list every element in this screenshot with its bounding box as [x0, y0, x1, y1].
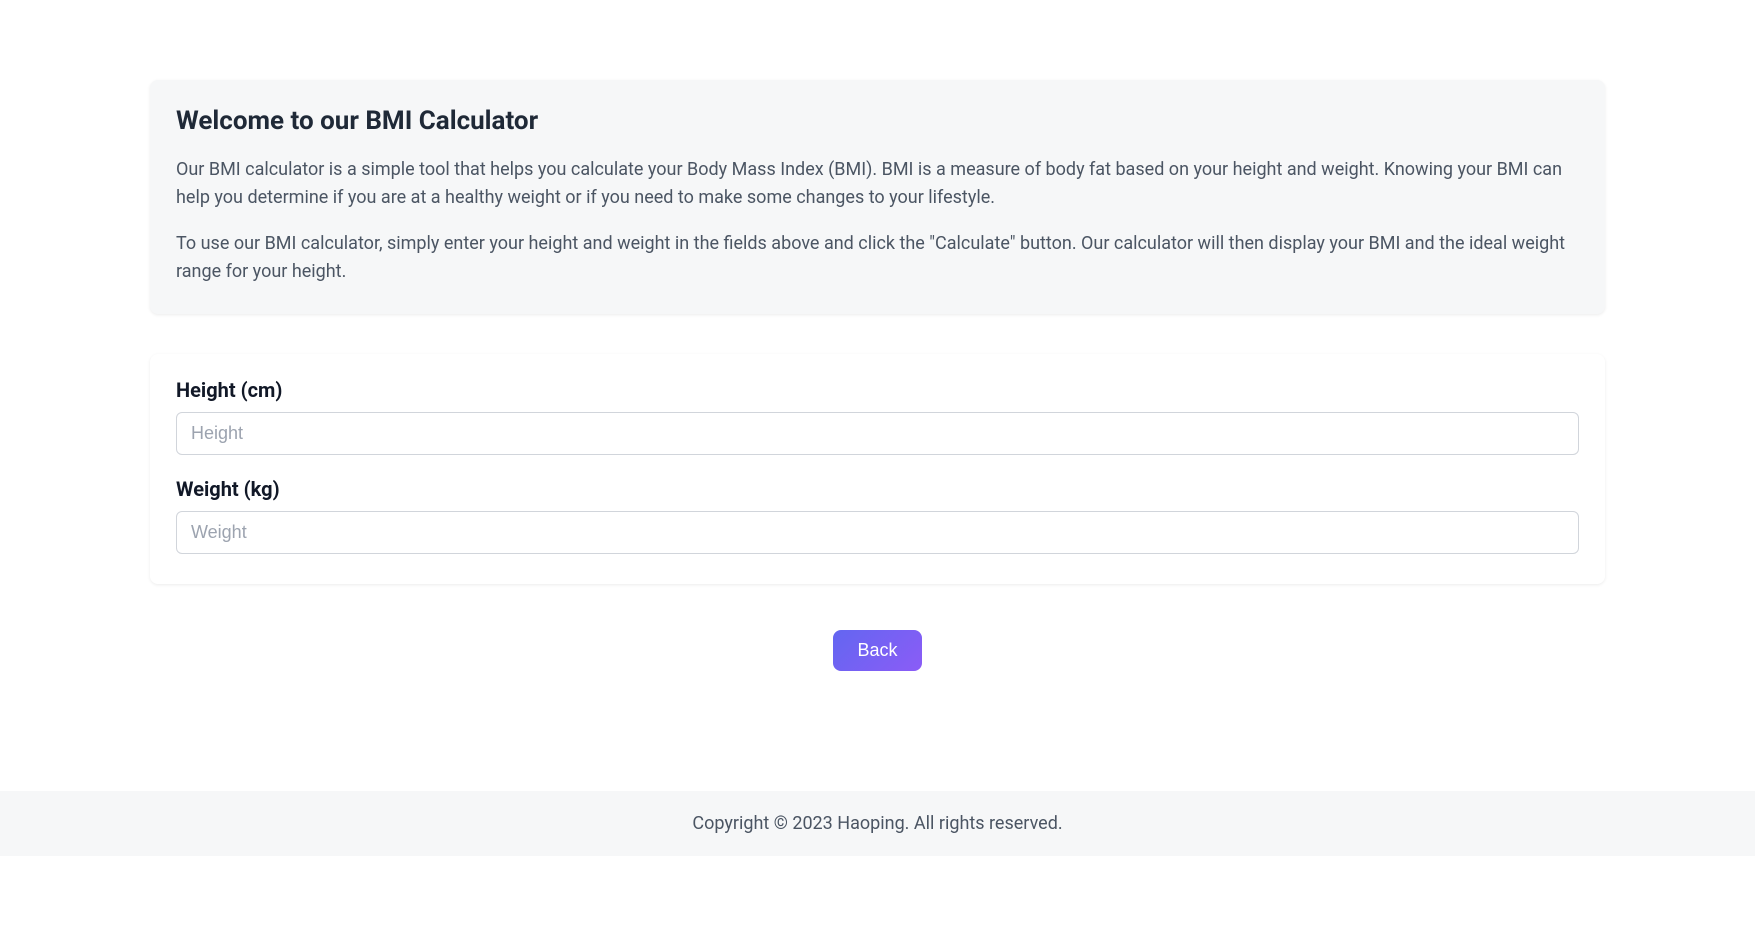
height-field-group: Height (cm): [176, 378, 1579, 455]
page-title: Welcome to our BMI Calculator: [176, 106, 1579, 136]
height-input[interactable]: [176, 412, 1579, 455]
back-button[interactable]: Back: [833, 630, 921, 671]
weight-input[interactable]: [176, 511, 1579, 554]
height-label: Height (cm): [176, 378, 1579, 402]
footer-copyright: Copyright © 2023 Haoping. All rights res…: [0, 813, 1755, 834]
intro-card: Welcome to our BMI Calculator Our BMI ca…: [150, 80, 1605, 314]
weight-label: Weight (kg): [176, 477, 1579, 501]
button-row: Back: [150, 630, 1605, 671]
form-card: Height (cm) Weight (kg): [150, 354, 1605, 584]
intro-paragraph-2: To use our BMI calculator, simply enter …: [176, 230, 1579, 286]
footer: Copyright © 2023 Haoping. All rights res…: [0, 791, 1755, 856]
intro-paragraph-1: Our BMI calculator is a simple tool that…: [176, 156, 1579, 212]
weight-field-group: Weight (kg): [176, 477, 1579, 554]
